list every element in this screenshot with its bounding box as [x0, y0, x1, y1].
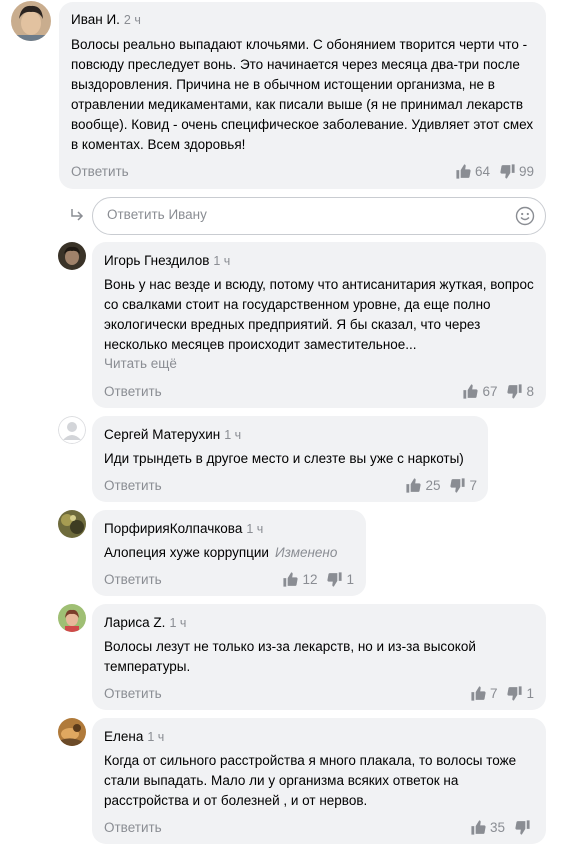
- dislike-button[interactable]: [514, 819, 534, 836]
- reply-button[interactable]: Ответить: [71, 164, 129, 179]
- reply-button[interactable]: Ответить: [104, 572, 162, 587]
- thumb-down-icon: [449, 477, 466, 494]
- author-name[interactable]: ПорфирияКолпачкова: [104, 521, 242, 536]
- thumb-up-icon: [405, 477, 422, 494]
- dislike-count: 99: [518, 164, 534, 179]
- comment-author[interactable]: Сергей Матерухин 1 ч: [104, 427, 241, 442]
- reply-arrow-icon: [71, 209, 84, 221]
- read-more-link[interactable]: Читать ещё: [104, 356, 177, 371]
- thumb-up-icon: [462, 383, 479, 400]
- avatar[interactable]: [11, 1, 51, 41]
- comment-time: 1 ч: [169, 616, 187, 630]
- vote-bar: 12 1: [282, 571, 354, 588]
- avatar[interactable]: [58, 416, 86, 444]
- comment-text: Волосы реально выпадают клочьями. С обон…: [71, 37, 534, 152]
- comment-text: Алопеция хуже коррупции Изменено: [104, 543, 362, 563]
- reply-input[interactable]: [107, 207, 497, 222]
- vote-bar: 67 8: [462, 383, 534, 400]
- thumb-up-icon: [470, 819, 487, 836]
- avatar[interactable]: [58, 242, 86, 270]
- author-name[interactable]: Игорь Гнездилов: [104, 253, 209, 268]
- dislike-button[interactable]: 99: [499, 163, 534, 180]
- reply-button[interactable]: Ответить: [104, 478, 162, 493]
- avatar[interactable]: [58, 510, 86, 538]
- comment-time: 1 ч: [224, 428, 242, 442]
- like-count: 67: [482, 384, 498, 399]
- comment-time: 1 ч: [246, 522, 264, 536]
- author-name[interactable]: Елена: [104, 729, 143, 744]
- comment-time: 1 ч: [147, 730, 165, 744]
- thumb-down-icon: [326, 571, 343, 588]
- like-count: 12: [302, 572, 318, 587]
- thumb-up-icon: [282, 571, 299, 588]
- avatar[interactable]: [58, 718, 86, 746]
- vote-bar: 25 7: [405, 477, 477, 494]
- comment-time: 2 ч: [123, 13, 141, 27]
- like-button[interactable]: 12: [282, 571, 317, 588]
- dislike-button[interactable]: 1: [506, 685, 534, 702]
- vote-bar: 64 99: [455, 163, 534, 180]
- author-name[interactable]: Сергей Матерухин: [104, 427, 220, 442]
- like-count: 64: [474, 164, 490, 179]
- comment-author[interactable]: Игорь Гнездилов 1 ч: [104, 253, 230, 268]
- like-button[interactable]: 25: [405, 477, 440, 494]
- reply-input-box[interactable]: [92, 197, 546, 235]
- comment-text: Волосы лезут не только из-за лекарств, н…: [104, 639, 476, 674]
- dislike-button[interactable]: 1: [326, 571, 354, 588]
- edited-label: Изменено: [274, 545, 338, 560]
- comment-time: 1 ч: [213, 254, 231, 268]
- comment-text-body: Алопеция хуже коррупции: [104, 545, 269, 560]
- thumb-up-icon: [455, 163, 472, 180]
- emoji-icon[interactable]: [515, 206, 535, 226]
- reply-button[interactable]: Ответить: [104, 384, 162, 399]
- thumb-down-icon: [499, 163, 516, 180]
- comment-author[interactable]: Лариса Z. 1 ч: [104, 615, 186, 630]
- like-button[interactable]: 7: [470, 685, 498, 702]
- dislike-count: 1: [346, 572, 354, 587]
- dislike-button[interactable]: 7: [449, 477, 477, 494]
- comment-text: Когда от сильного расстройства я много п…: [104, 753, 517, 808]
- thumb-down-icon: [506, 383, 523, 400]
- like-button[interactable]: 35: [470, 819, 505, 836]
- reply-button[interactable]: Ответить: [104, 686, 162, 701]
- like-button[interactable]: 64: [455, 163, 490, 180]
- dislike-count: 7: [469, 478, 477, 493]
- comment-text: Вонь у нас везде и всюду, потому что ант…: [104, 277, 534, 352]
- dislike-count: 8: [526, 384, 534, 399]
- comment-author[interactable]: Иван И. 2 ч: [71, 12, 141, 27]
- like-count: 35: [489, 820, 505, 835]
- comment-author[interactable]: ПорфирияКолпачкова 1 ч: [104, 521, 263, 536]
- reply-button[interactable]: Ответить: [104, 820, 162, 835]
- like-button[interactable]: 67: [462, 383, 497, 400]
- vote-bar: 35: [470, 819, 534, 836]
- comment-text: Иди трындеть в другое место и слезте вы …: [104, 451, 464, 466]
- avatar[interactable]: [58, 604, 86, 632]
- thumb-up-icon: [470, 685, 487, 702]
- thumb-down-icon: [506, 685, 523, 702]
- like-count: 25: [425, 478, 441, 493]
- dislike-button[interactable]: 8: [506, 383, 534, 400]
- author-name[interactable]: Лариса Z.: [104, 615, 165, 630]
- author-name[interactable]: Иван И.: [71, 12, 120, 27]
- thumb-down-icon: [514, 819, 531, 836]
- like-count: 7: [489, 686, 498, 701]
- dislike-count: 1: [526, 686, 534, 701]
- comment-author[interactable]: Елена 1 ч: [104, 729, 164, 744]
- vote-bar: 7 1: [470, 685, 534, 702]
